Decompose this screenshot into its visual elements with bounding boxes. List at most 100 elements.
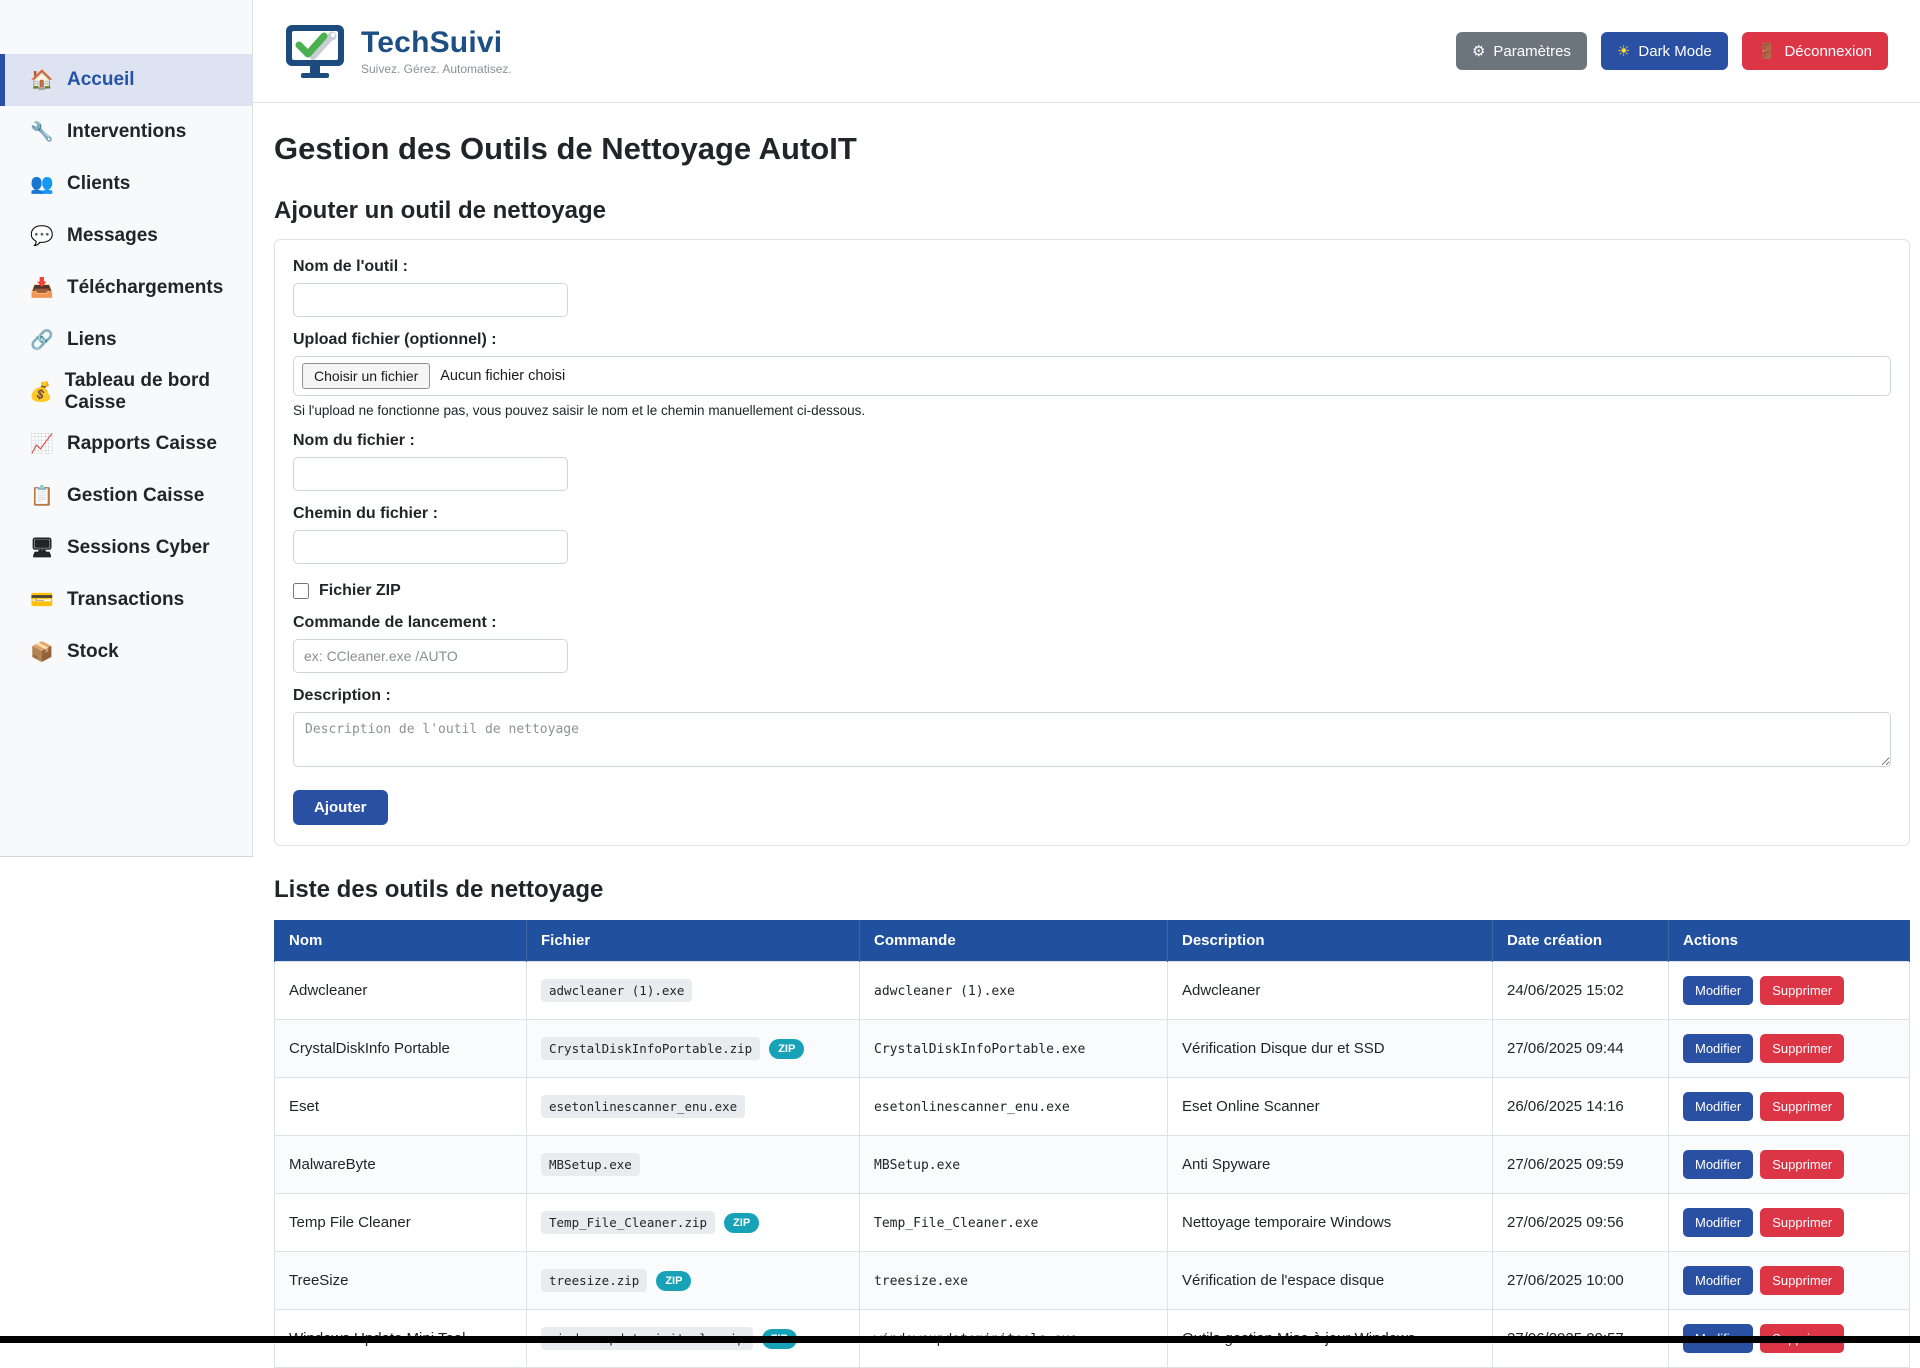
command-input[interactable] xyxy=(293,639,568,673)
edit-button[interactable]: Modifier xyxy=(1683,1266,1753,1295)
column-header: Nom xyxy=(275,920,527,962)
delete-button[interactable]: Supprimer xyxy=(1760,976,1844,1005)
sidebar-item-sessions-cyber[interactable]: 🖥 Sessions Cyber xyxy=(0,522,252,574)
tool-actions-cell: ModifierSupprimer xyxy=(1669,962,1910,1020)
column-header: Date création xyxy=(1493,920,1669,962)
edit-button[interactable]: Modifier xyxy=(1683,1208,1753,1237)
logout-button[interactable]: 🚪 Déconnexion xyxy=(1742,32,1888,70)
brand-tagline: Suivez. Gérez. Automatisez. xyxy=(361,62,512,76)
tool-description-cell: Anti Spyware xyxy=(1168,1136,1493,1194)
edit-button[interactable]: Modifier xyxy=(1683,1034,1753,1063)
tool-date-cell: 26/06/2025 14:16 xyxy=(1493,1078,1669,1136)
dark-mode-button[interactable]: ☀ Dark Mode xyxy=(1601,32,1728,70)
file-input[interactable]: Choisir un fichier Aucun fichier choisi xyxy=(293,356,1891,396)
tool-date-cell: 27/06/2025 09:44 xyxy=(1493,1020,1669,1078)
delete-button[interactable]: Supprimer xyxy=(1760,1208,1844,1237)
tool-command-cell: CrystalDiskInfoPortable.exe xyxy=(860,1020,1168,1078)
sidebar-item-label: Tableau de bord Caisse xyxy=(65,370,252,414)
tool-command-cell: esetonlinescanner_enu.exe xyxy=(860,1078,1168,1136)
tool-name-input[interactable] xyxy=(293,283,568,317)
sidebar-item-rapports-caisse[interactable]: 📈 Rapports Caisse xyxy=(0,418,252,470)
choose-file-button[interactable]: Choisir un fichier xyxy=(302,363,430,389)
tool-date-cell: 27/06/2025 09:59 xyxy=(1493,1136,1669,1194)
column-header: Fichier xyxy=(527,920,860,962)
sidebar-item-label: Liens xyxy=(67,329,117,351)
file-badge: adwcleaner (1).exe xyxy=(541,979,692,1002)
tool-actions-cell: ModifierSupprimer xyxy=(1669,1078,1910,1136)
command-label: Commande de lancement : xyxy=(293,614,1891,632)
sidebar-item-icon: 📥 xyxy=(29,276,55,300)
bottom-black-bar xyxy=(0,1336,1920,1343)
file-path-input[interactable] xyxy=(293,530,568,564)
file-badge: esetonlinescanner_enu.exe xyxy=(541,1095,745,1118)
sidebar-item-icon: 🏠 xyxy=(29,68,55,92)
sidebar-item-label: Accueil xyxy=(67,69,135,91)
table-header-row: NomFichierCommandeDescriptionDate créati… xyxy=(275,920,1910,962)
sidebar-item-icon: 🖥 xyxy=(29,536,55,560)
delete-button[interactable]: Supprimer xyxy=(1760,1034,1844,1063)
tool-date-cell: 27/06/2025 10:00 xyxy=(1493,1252,1669,1310)
column-header: Description xyxy=(1168,920,1493,962)
settings-button[interactable]: ⚙ Paramètres xyxy=(1456,32,1587,70)
brand-name: TechSuivi xyxy=(361,26,512,60)
sidebar-item-label: Rapports Caisse xyxy=(67,433,217,455)
sidebar-item-transactions[interactable]: 💳 Transactions xyxy=(0,574,252,626)
sidebar-item-accueil[interactable]: 🏠 Accueil xyxy=(0,54,252,106)
edit-button[interactable]: Modifier xyxy=(1683,1092,1753,1121)
sidebar-item-gestion-caisse[interactable]: 📋 Gestion Caisse xyxy=(0,470,252,522)
description-textarea[interactable] xyxy=(293,712,1891,767)
top-actions: ⚙ Paramètres ☀ Dark Mode 🚪 Déconnexion xyxy=(1456,32,1888,70)
zip-checkbox-label[interactable]: Fichier ZIP xyxy=(319,582,401,600)
upload-label: Upload fichier (optionnel) : xyxy=(293,331,1891,349)
sidebar-item-interventions[interactable]: 🔧 Interventions xyxy=(0,106,252,158)
sidebar-item-icon: 📋 xyxy=(29,484,55,508)
tool-command-cell: MBSetup.exe xyxy=(860,1136,1168,1194)
add-tool-submit-button[interactable]: Ajouter xyxy=(293,790,388,825)
tool-description-cell: Eset Online Scanner xyxy=(1168,1078,1493,1136)
table-row: MalwareByte MBSetup.exe MBSetup.exe Anti… xyxy=(275,1136,1910,1194)
sidebar-item-telechargements[interactable]: 📥 Téléchargements xyxy=(0,262,252,314)
sidebar-item-label: Gestion Caisse xyxy=(67,485,204,507)
sidebar-item-icon: 📈 xyxy=(29,432,55,456)
edit-button[interactable]: Modifier xyxy=(1683,976,1753,1005)
tool-name-cell: Temp File Cleaner xyxy=(275,1194,527,1252)
tool-file-cell: treesize.zipZIP xyxy=(527,1252,860,1310)
tools-list-heading: Liste des outils de nettoyage xyxy=(274,876,1910,904)
table-row: Temp File Cleaner Temp_File_Cleaner.zipZ… xyxy=(275,1194,1910,1252)
tool-name-cell: Eset xyxy=(275,1078,527,1136)
zip-checkbox[interactable] xyxy=(293,583,309,599)
column-header: Actions xyxy=(1669,920,1910,962)
tool-file-cell: Temp_File_Cleaner.zipZIP xyxy=(527,1194,860,1252)
upload-help-text: Si l'upload ne fonctionne pas, vous pouv… xyxy=(293,403,1891,418)
sidebar-item-icon: 💬 xyxy=(29,224,55,248)
tool-name-cell: MalwareByte xyxy=(275,1136,527,1194)
sidebar-item-clients[interactable]: 👥 Clients xyxy=(0,158,252,210)
tool-name-label: Nom de l'outil : xyxy=(293,258,1891,276)
sun-icon: ☀ xyxy=(1617,42,1630,60)
file-badge: CrystalDiskInfoPortable.zip xyxy=(541,1037,760,1060)
sidebar-item-label: Téléchargements xyxy=(67,277,223,299)
sidebar: 🏠 Accueil 🔧 Interventions 👥 Clients 💬 Me… xyxy=(0,0,253,857)
file-name-input[interactable] xyxy=(293,457,568,491)
delete-button[interactable]: Supprimer xyxy=(1760,1092,1844,1121)
zip-badge: ZIP xyxy=(769,1039,804,1059)
add-tool-form: Nom de l'outil : Upload fichier (optionn… xyxy=(274,239,1910,846)
tool-date-cell: 27/06/2025 09:56 xyxy=(1493,1194,1669,1252)
sidebar-item-messages[interactable]: 💬 Messages xyxy=(0,210,252,262)
sidebar-item-label: Stock xyxy=(67,641,119,663)
edit-button[interactable]: Modifier xyxy=(1683,1150,1753,1179)
tool-actions-cell: ModifierSupprimer xyxy=(1669,1020,1910,1078)
sidebar-item-liens[interactable]: 🔗 Liens xyxy=(0,314,252,366)
file-badge: MBSetup.exe xyxy=(541,1153,640,1176)
brand-logo: TechSuivi Suivez. Gérez. Automatisez. xyxy=(283,23,512,79)
table-row: Eset esetonlinescanner_enu.exe esetonlin… xyxy=(275,1078,1910,1136)
delete-button[interactable]: Supprimer xyxy=(1760,1266,1844,1295)
tool-file-cell: esetonlinescanner_enu.exe xyxy=(527,1078,860,1136)
sidebar-item-stock[interactable]: 📦 Stock xyxy=(0,626,252,678)
sidebar-item-tableau-caisse[interactable]: 💰 Tableau de bord Caisse xyxy=(0,366,252,418)
page-title: Gestion des Outils de Nettoyage AutoIT xyxy=(274,131,1910,167)
zip-badge: ZIP xyxy=(724,1213,759,1233)
delete-button[interactable]: Supprimer xyxy=(1760,1150,1844,1179)
tool-description-cell: Vérification Disque dur et SSD xyxy=(1168,1020,1493,1078)
tool-file-cell: CrystalDiskInfoPortable.zip ZIP xyxy=(527,1020,860,1078)
